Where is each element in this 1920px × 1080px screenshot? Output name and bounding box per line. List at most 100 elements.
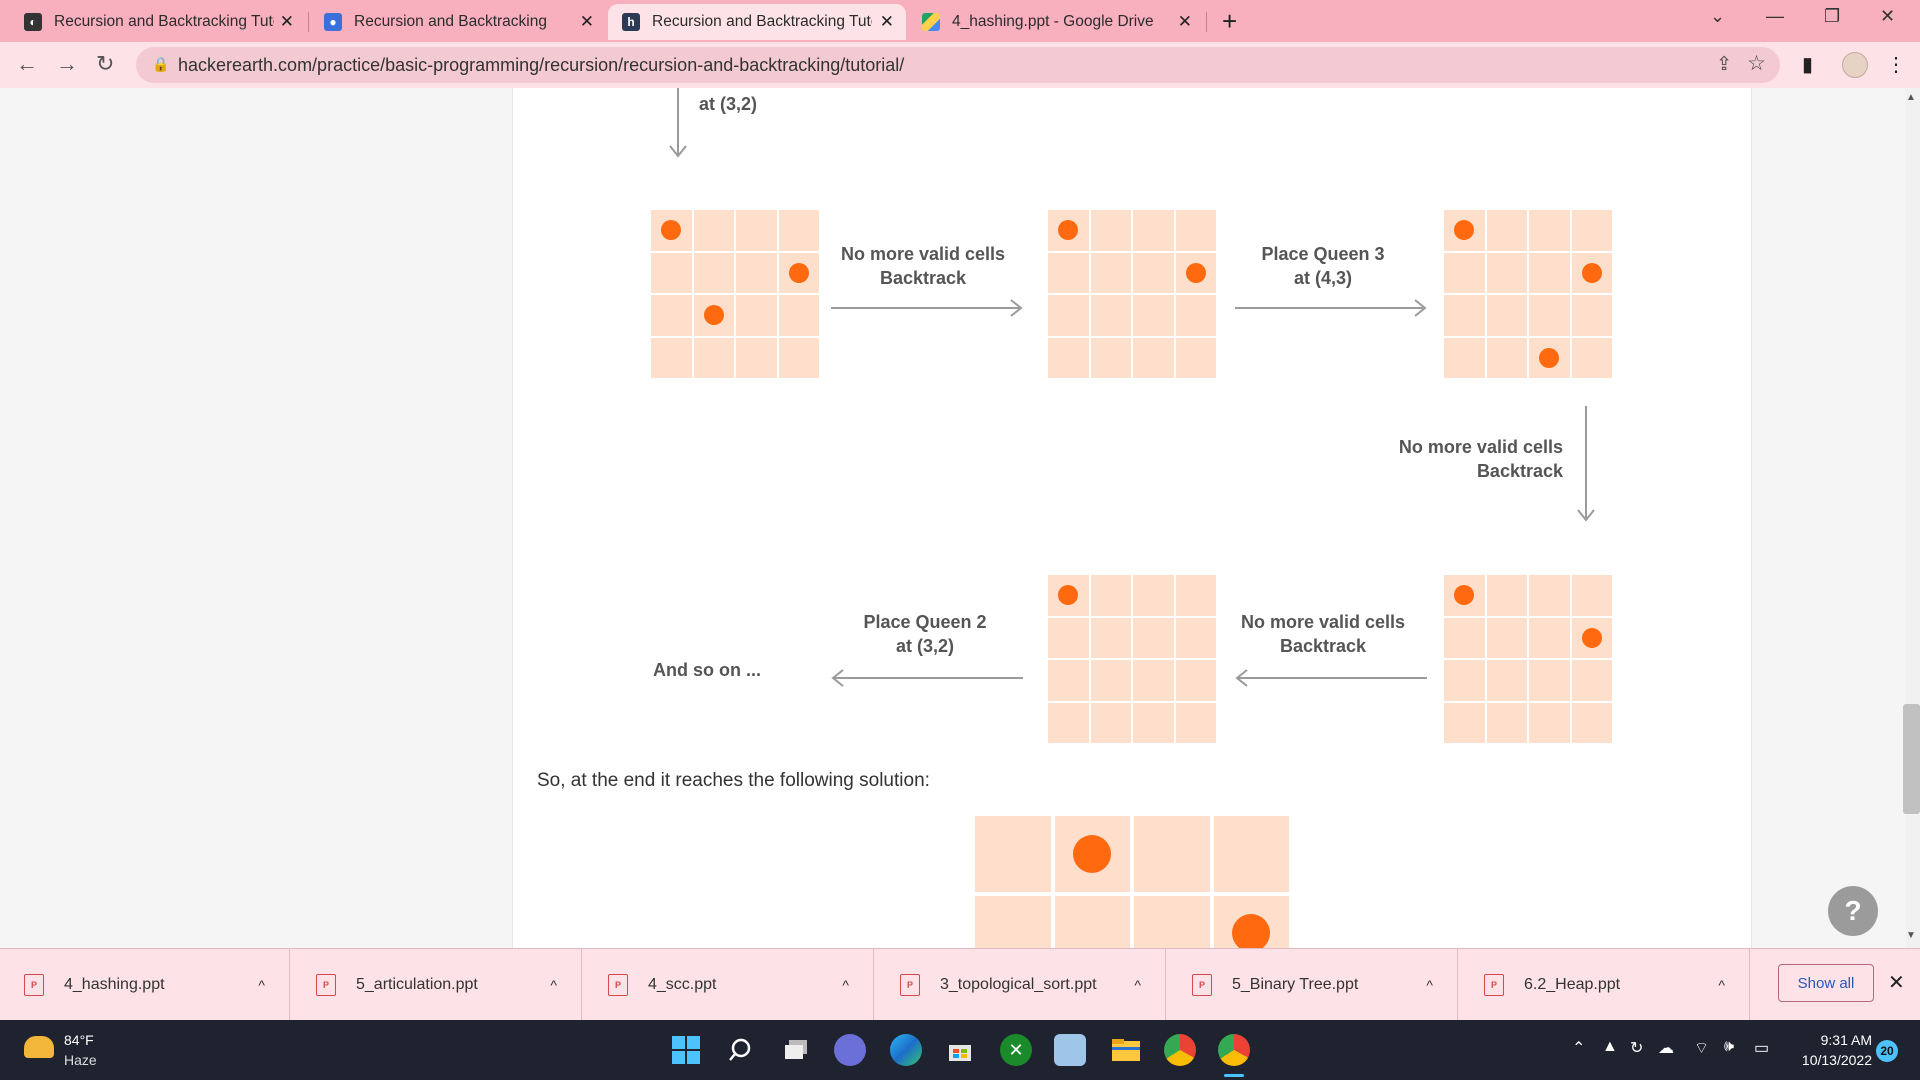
tab-1[interactable]: ◐ Recursion and Backtracking Tuto ✕: [10, 4, 306, 40]
close-icon[interactable]: ✕: [880, 12, 894, 32]
restore-button[interactable]: ❐: [1824, 6, 1840, 27]
tab-2[interactable]: ● Recursion and Backtracking ✕: [310, 4, 606, 40]
back-button[interactable]: ←: [16, 51, 38, 77]
wifi-icon[interactable]: ⌔: [1694, 1038, 1709, 1058]
drive-tray-icon[interactable]: ▲: [1602, 1038, 1618, 1056]
tab-3-active[interactable]: h Recursion and Backtracking Tuto ✕: [608, 4, 906, 40]
chevron-up-icon[interactable]: ^: [1426, 977, 1433, 993]
clock-time[interactable]: 9:31 AM: [1812, 1032, 1872, 1048]
tab-title: 4_hashing.ppt - Google Drive: [952, 13, 1154, 30]
weather-haze-icon[interactable]: [24, 1036, 54, 1058]
board-cell: [1571, 252, 1612, 293]
share-icon[interactable]: ⇪: [1716, 53, 1732, 76]
bookmark-star-icon[interactable]: ☆: [1747, 51, 1766, 76]
scroll-down-arrow-icon[interactable]: ▼: [1906, 930, 1916, 941]
menu-icon[interactable]: ⋮: [1886, 52, 1906, 77]
download-item[interactable]: P 5_Binary Tree.ppt ^: [1168, 949, 1458, 1021]
download-item[interactable]: P 5_articulation.ppt ^: [292, 949, 582, 1021]
scrollbar-thumb[interactable]: [1903, 704, 1920, 814]
arrow-left-icon: [1235, 669, 1427, 687]
board-cell: [1529, 617, 1570, 658]
browser-toolbar: ← → ↻ 🔒 hackerearth.com/practice/basic-p…: [0, 42, 1920, 88]
chevron-up-icon[interactable]: ^: [842, 977, 849, 993]
battery-icon[interactable]: ▭: [1754, 1038, 1769, 1058]
volume-icon[interactable]: 🕪: [1724, 1038, 1734, 1056]
forward-button[interactable]: →: [56, 51, 78, 77]
edge-browser-icon[interactable]: [890, 1034, 922, 1066]
download-item[interactable]: P 4_scc.ppt ^: [584, 949, 874, 1021]
board-cell: [1090, 295, 1131, 336]
download-item[interactable]: P 4_hashing.ppt ^: [0, 949, 290, 1021]
page-viewport: at (3,2) No more valid cells Backtrack P…: [0, 88, 1906, 948]
chevron-up-icon[interactable]: ^: [1718, 977, 1725, 993]
tab-4[interactable]: 4_hashing.ppt - Google Drive ✕: [908, 4, 1204, 40]
weather-condition[interactable]: Haze: [64, 1052, 97, 1068]
address-bar[interactable]: 🔒 hackerearth.com/practice/basic-program…: [136, 47, 1780, 83]
board-cell: [1133, 295, 1174, 336]
task-view-icon[interactable]: [780, 1034, 812, 1066]
minimize-button[interactable]: —: [1766, 6, 1784, 27]
solution-paragraph: So, at the end it reaches the following …: [537, 770, 930, 791]
download-item[interactable]: P 6.2_Heap.ppt ^: [1460, 949, 1750, 1021]
xbox-icon[interactable]: ✕: [1000, 1034, 1032, 1066]
board-cell: [1529, 702, 1570, 743]
board-cell: [1529, 210, 1570, 251]
help-button[interactable]: ?: [1828, 886, 1878, 936]
url-text[interactable]: hackerearth.com/practice/basic-programmi…: [178, 55, 904, 76]
active-app-indicator: [1224, 1074, 1244, 1077]
board-cell: [1213, 895, 1289, 948]
chevron-up-tray-icon[interactable]: ⌃: [1572, 1038, 1585, 1058]
chevron-up-icon[interactable]: ^: [258, 977, 265, 993]
close-icon[interactable]: ✕: [280, 12, 294, 32]
microsoft-store-icon[interactable]: [944, 1034, 976, 1066]
chrome-icon[interactable]: [1164, 1034, 1196, 1066]
vertical-scrollbar[interactable]: [1906, 88, 1920, 948]
file-explorer-icon[interactable]: [1110, 1034, 1142, 1066]
google-drive-favicon-icon: [922, 13, 940, 31]
scroll-up-arrow-icon[interactable]: ▲: [1906, 92, 1916, 103]
ppt-file-icon: P: [1484, 974, 1504, 996]
side-panel-icon[interactable]: ▮: [1802, 52, 1813, 77]
clock-date[interactable]: 10/13/2022: [1790, 1052, 1872, 1068]
teams-chat-icon[interactable]: [834, 1034, 866, 1066]
chessboard-3: [1444, 210, 1612, 378]
board-cell: [1133, 617, 1174, 658]
photos-app-icon[interactable]: [1054, 1034, 1086, 1066]
board-cell: [1486, 702, 1527, 743]
board-cell: [1175, 660, 1216, 701]
queen-marker: [1454, 585, 1475, 606]
download-item[interactable]: P 3_topological_sort.ppt ^: [876, 949, 1166, 1021]
close-icon[interactable]: ✕: [1178, 12, 1192, 32]
sync-tray-icon[interactable]: ↻: [1630, 1038, 1643, 1058]
close-shelf-button[interactable]: ✕: [1888, 970, 1905, 995]
onedrive-cloud-icon[interactable]: ☁: [1658, 1038, 1674, 1058]
board-cell: [1048, 252, 1089, 293]
queen-marker: [1058, 585, 1079, 606]
close-icon[interactable]: ✕: [580, 12, 594, 32]
chevron-up-icon[interactable]: ^: [550, 977, 557, 993]
ppt-file-icon: P: [900, 974, 920, 996]
reload-button[interactable]: ↻: [96, 51, 114, 77]
weather-temperature[interactable]: 84°F: [64, 1032, 94, 1048]
new-tab-button[interactable]: +: [1222, 6, 1237, 37]
notification-badge[interactable]: 20: [1876, 1040, 1898, 1062]
edge-label-line: No more valid cells: [1240, 612, 1406, 632]
window-close-button[interactable]: ✕: [1880, 6, 1895, 27]
edge-label-line: Backtrack: [1279, 636, 1367, 656]
board-cell: [1571, 575, 1612, 616]
board-cell: [1090, 575, 1131, 616]
edge-label-line: Backtrack: [1476, 461, 1563, 481]
search-icon[interactable]: [724, 1034, 756, 1066]
board-cell: [1444, 295, 1485, 336]
tab-search-dropdown-icon[interactable]: ⌄: [1710, 6, 1725, 27]
show-all-button[interactable]: Show all: [1778, 964, 1874, 1002]
board-cell: [693, 337, 734, 378]
download-filename: 5_articulation.ppt: [356, 976, 478, 993]
windows-start-icon[interactable]: [670, 1034, 702, 1066]
chrome-profile-active-icon[interactable]: [1218, 1034, 1250, 1066]
queen-marker: [1454, 220, 1475, 241]
chevron-up-icon[interactable]: ^: [1134, 977, 1141, 993]
download-filename: 3_topological_sort.ppt: [940, 976, 1097, 993]
board-cell: [1529, 575, 1570, 616]
profile-avatar[interactable]: [1842, 52, 1868, 78]
